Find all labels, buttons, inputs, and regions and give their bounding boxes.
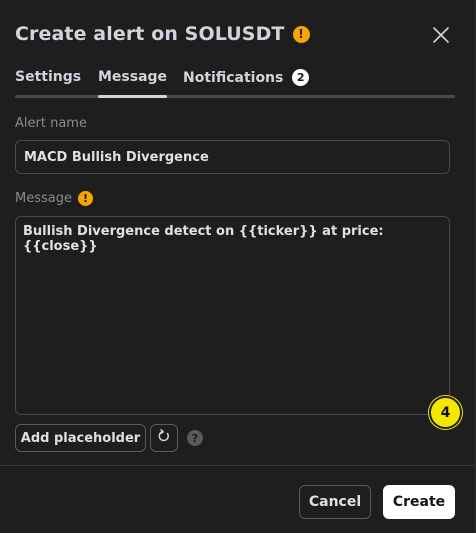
message-textarea[interactable]: Bullish Divergence detect on {{ticker}} …: [15, 216, 450, 415]
reset-icon: [157, 429, 171, 447]
tab-settings-label: Settings: [15, 69, 82, 85]
alert-name-label: Alert name: [15, 116, 87, 131]
cancel-label: Cancel: [308, 494, 362, 510]
notifications-count-badge: 2: [292, 69, 310, 86]
tab-bar: Settings Message Notifications 2: [15, 66, 455, 98]
tab-message[interactable]: Message: [98, 69, 168, 98]
alert-name-input[interactable]: MACD Bullish Divergence: [15, 140, 450, 174]
add-placeholder-label: Add placeholder: [20, 430, 141, 446]
cancel-button[interactable]: Cancel: [299, 485, 371, 519]
message-label: Message: [15, 191, 72, 206]
add-placeholder-button[interactable]: Add placeholder: [15, 424, 146, 452]
tab-message-label: Message: [98, 69, 168, 85]
step-number-badge: 4: [429, 396, 462, 429]
create-alert-dialog: Create alert on SOLUSDT ! Settings Messa…: [0, 0, 476, 533]
tab-notifications-label: Notifications: [183, 70, 284, 86]
alert-name-value: MACD Bullish Divergence: [24, 149, 209, 165]
reset-button[interactable]: [150, 424, 178, 452]
warning-icon[interactable]: !: [292, 25, 310, 43]
footer-divider: [0, 465, 475, 466]
message-warning-icon[interactable]: !: [77, 191, 93, 206]
tab-notifications[interactable]: Notifications 2: [183, 69, 310, 98]
dialog-title: Create alert on SOLUSDT: [15, 23, 285, 45]
message-label-row: Message !: [15, 191, 93, 206]
close-icon[interactable]: [430, 24, 452, 46]
dialog-header: Create alert on SOLUSDT !: [15, 20, 460, 48]
create-button[interactable]: Create: [383, 485, 455, 519]
message-value: Bullish Divergence detect on {{ticker}} …: [23, 224, 384, 254]
tab-settings[interactable]: Settings: [15, 69, 81, 98]
create-label: Create: [392, 494, 446, 510]
help-icon[interactable]: ?: [187, 430, 203, 446]
